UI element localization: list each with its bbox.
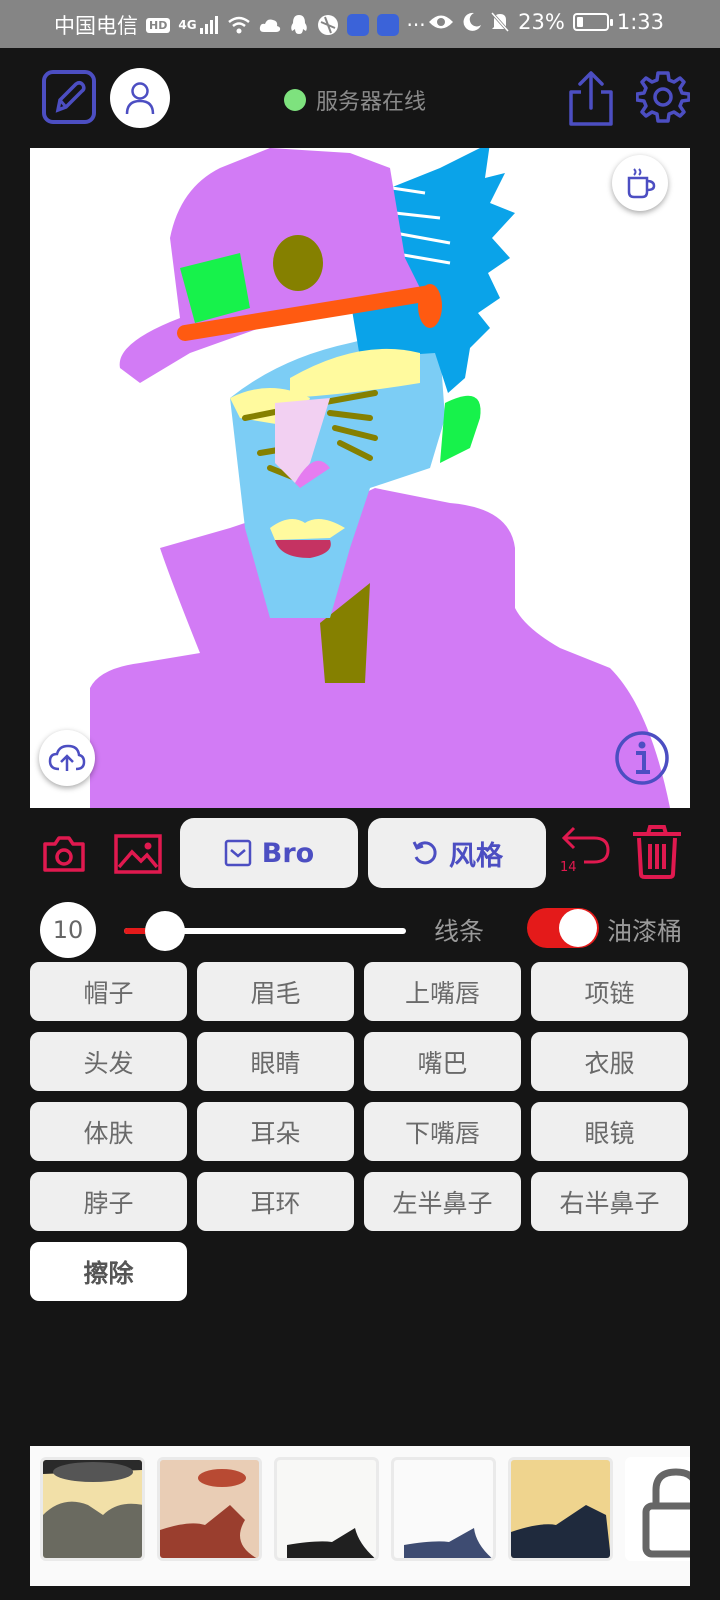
thumbnail-image xyxy=(287,1528,375,1558)
carrier-label: 中国电信 xyxy=(54,14,138,38)
part-button[interactable]: 嘴巴 xyxy=(364,1032,521,1091)
top-bar: 服务器在线 xyxy=(0,48,720,148)
lock-icon xyxy=(642,1468,690,1558)
toggle-knob xyxy=(559,909,597,947)
part-button[interactable]: 眼睛 xyxy=(197,1032,354,1091)
battery-percent: 23% xyxy=(518,10,565,34)
style-thumbnail[interactable] xyxy=(157,1457,262,1561)
mute-bell-icon xyxy=(491,12,510,32)
part-button[interactable]: 眉毛 xyxy=(197,962,354,1021)
refresh-icon xyxy=(412,841,437,865)
style-thumbnail[interactable] xyxy=(274,1457,379,1561)
part-button[interactable]: 脖子 xyxy=(30,1172,187,1231)
part-button[interactable]: 眼镜 xyxy=(531,1102,688,1161)
part-button[interactable]: 项链 xyxy=(531,962,688,1021)
brush-controls: 10 线条 油漆桶 xyxy=(0,898,720,958)
qq-icon xyxy=(290,15,307,34)
parts-grid: 帽子 眉毛 上嘴唇 项链 头发 眼睛 嘴巴 衣服 体肤 耳朵 下嘴唇 眼镜 脖子… xyxy=(30,962,690,1301)
locked-style-thumbnail[interactable] xyxy=(625,1457,690,1561)
style-button[interactable]: 风格 xyxy=(368,818,546,888)
signal-icon xyxy=(199,16,218,34)
bro-label: Bro xyxy=(261,837,315,869)
slider-thumb[interactable] xyxy=(144,911,185,951)
bolt-app-icon xyxy=(376,14,399,36)
thumbnail-image xyxy=(43,1460,142,1558)
checkbox-icon xyxy=(224,839,252,867)
thumbnail-image xyxy=(160,1469,257,1558)
status-left: 中国电信 HD 4G ··· xyxy=(54,10,426,40)
style-thumbnails xyxy=(30,1446,690,1586)
drawing-canvas[interactable] xyxy=(30,148,690,808)
style-thumbnail[interactable] xyxy=(508,1457,613,1561)
part-button[interactable]: 耳朵 xyxy=(197,1102,354,1161)
part-button[interactable]: 帽子 xyxy=(30,962,187,1021)
camera-icon[interactable] xyxy=(42,834,86,874)
avatar[interactable] xyxy=(110,68,170,128)
battery-level xyxy=(576,17,584,27)
music-app-icon xyxy=(346,14,369,36)
part-button[interactable]: 上嘴唇 xyxy=(364,962,521,1021)
upload-cloud-icon xyxy=(48,744,86,771)
part-button[interactable]: 衣服 xyxy=(531,1032,688,1091)
cloud-icon xyxy=(259,19,280,32)
upload-button[interactable] xyxy=(39,730,95,786)
trash-icon[interactable] xyxy=(630,824,684,880)
more-notifications: ··· xyxy=(406,13,426,37)
paint-bucket-label: 油漆桶 xyxy=(607,917,683,946)
app-icon xyxy=(317,15,338,35)
part-button[interactable]: 左半鼻子 xyxy=(364,1172,521,1231)
brush-size-slider[interactable] xyxy=(124,911,406,951)
bro-button[interactable]: Bro xyxy=(180,818,358,888)
server-status: 服务器在线 xyxy=(284,84,426,116)
part-button[interactable]: 右半鼻子 xyxy=(531,1172,688,1231)
edit-icon[interactable] xyxy=(42,70,96,124)
battery-icon xyxy=(572,13,613,31)
paint-bucket-toggle[interactable] xyxy=(527,908,599,948)
style-label: 风格 xyxy=(449,840,503,872)
moon-icon xyxy=(463,12,482,31)
thumbnail-image xyxy=(404,1528,492,1558)
part-button[interactable]: 下嘴唇 xyxy=(364,1102,521,1161)
hd-badge: HD xyxy=(146,17,171,33)
coffee-icon xyxy=(627,168,656,199)
settings-icon[interactable] xyxy=(636,70,690,124)
server-status-label: 服务器在线 xyxy=(316,90,427,115)
style-thumbnail[interactable] xyxy=(40,1457,145,1561)
part-button[interactable]: 体肤 xyxy=(30,1102,187,1161)
coffee-button[interactable] xyxy=(612,155,668,211)
eye-icon xyxy=(429,15,454,29)
user-icon xyxy=(125,82,155,115)
share-icon[interactable] xyxy=(566,70,616,128)
tool-row: Bro 风格 14 xyxy=(0,812,720,888)
image-icon[interactable] xyxy=(114,834,162,874)
wifi-icon xyxy=(227,16,250,34)
undo-count: 14 xyxy=(560,860,577,875)
lines-label: 线条 xyxy=(434,917,485,946)
status-bar: 中国电信 HD 4G ··· 23% 1:33 xyxy=(0,0,720,48)
thumbnail-image xyxy=(511,1505,610,1558)
erase-button[interactable]: 擦除 xyxy=(30,1242,187,1301)
brush-size-value: 10 xyxy=(40,902,96,958)
clock: 1:33 xyxy=(616,10,664,34)
portrait-drawing xyxy=(90,148,670,808)
part-button[interactable]: 头发 xyxy=(30,1032,187,1091)
undo-icon[interactable] xyxy=(560,824,612,864)
style-thumbnail[interactable] xyxy=(391,1457,496,1561)
status-indicator-dot xyxy=(284,89,306,111)
part-button[interactable]: 耳环 xyxy=(197,1172,354,1231)
status-right: 23% 1:33 xyxy=(428,10,664,34)
network-type: 4G xyxy=(178,18,197,32)
info-icon[interactable] xyxy=(614,730,670,786)
